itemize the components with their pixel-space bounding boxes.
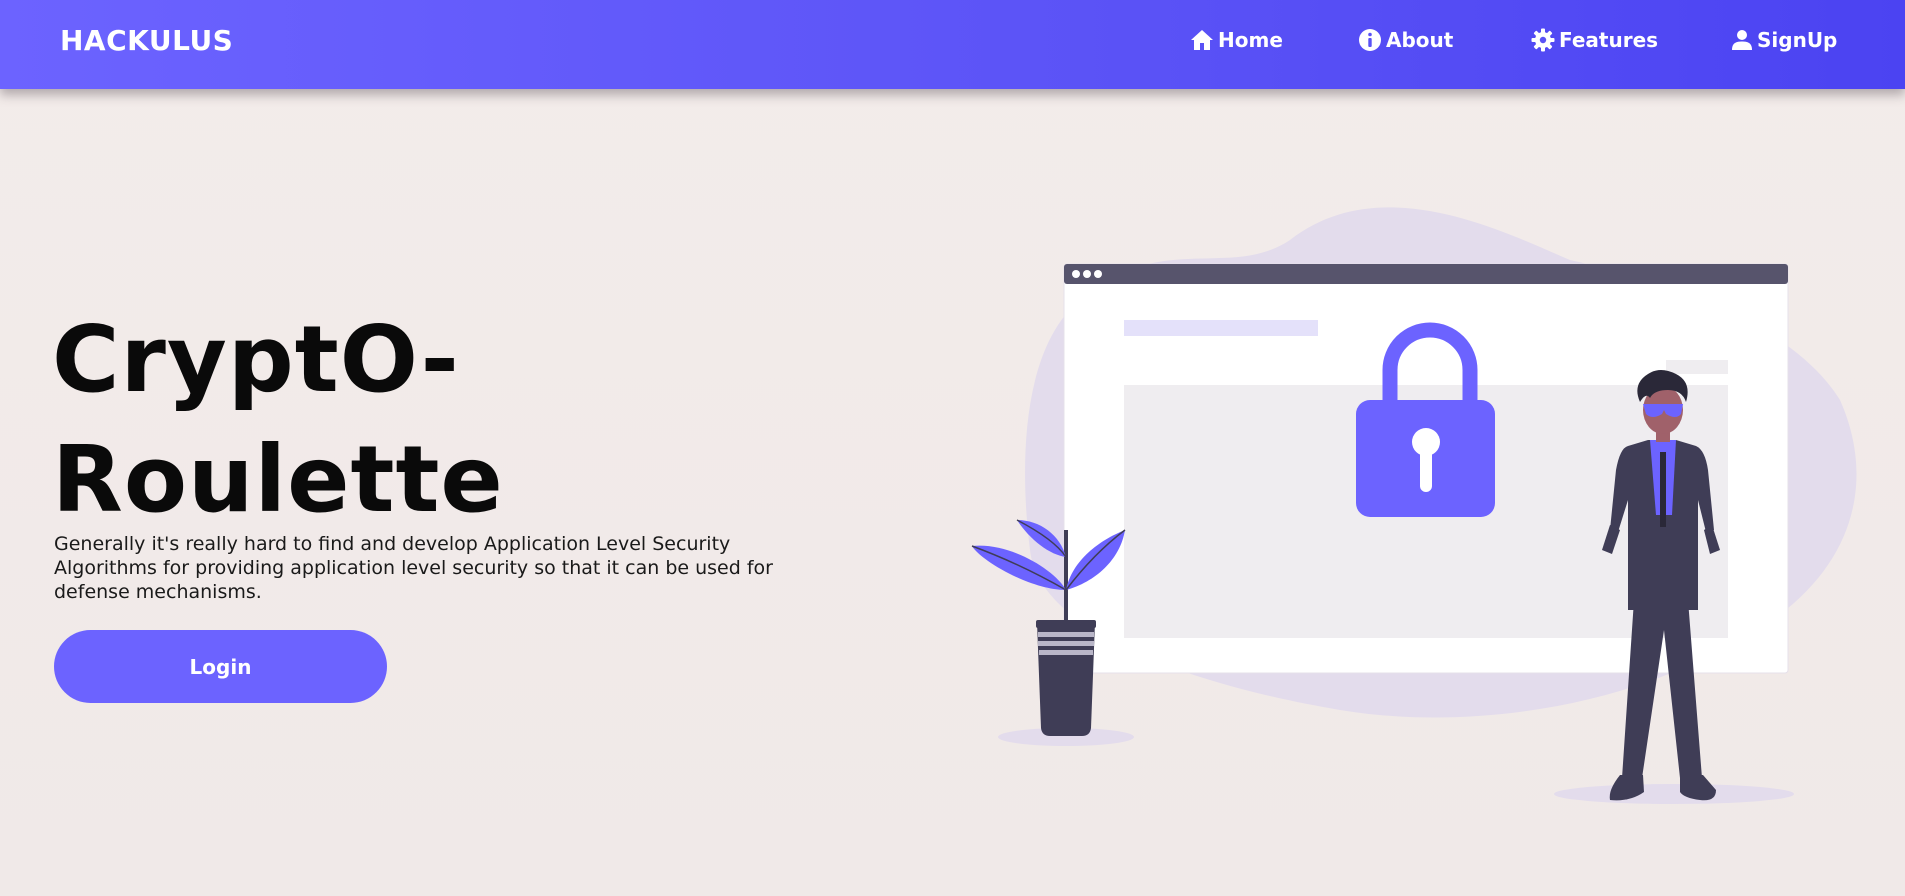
hero-title: CryptO- Roulette bbox=[52, 300, 672, 540]
hero-title-line-2: Roulette bbox=[52, 426, 504, 533]
landing-page: HACKULUS Home About Features SignUp Cryp… bbox=[0, 0, 1905, 896]
security-illustration bbox=[971, 207, 1857, 804]
hero-title-line-1: CryptO- bbox=[52, 306, 460, 413]
gear-icon bbox=[1531, 28, 1555, 52]
nav-signup-link[interactable]: SignUp bbox=[1731, 28, 1837, 52]
home-icon bbox=[1190, 29, 1214, 51]
login-button[interactable]: Login bbox=[54, 630, 387, 703]
nav-about-label: About bbox=[1386, 28, 1454, 52]
nav-features-label: Features bbox=[1559, 28, 1659, 52]
nav-home-label: Home bbox=[1218, 28, 1283, 52]
navbar: HACKULUS Home About Features SignUp bbox=[0, 0, 1905, 89]
nav-features-link[interactable]: Features bbox=[1531, 28, 1658, 52]
nav-home-link[interactable]: Home bbox=[1190, 28, 1283, 52]
info-icon bbox=[1358, 28, 1382, 52]
hero-description: Generally it's really hard to find and d… bbox=[54, 533, 773, 603]
brand-logo[interactable]: HACKULUS bbox=[60, 24, 233, 57]
user-icon bbox=[1731, 29, 1753, 51]
nav-signup-label: SignUp bbox=[1757, 28, 1838, 52]
nav-about-link[interactable]: About bbox=[1358, 28, 1453, 52]
